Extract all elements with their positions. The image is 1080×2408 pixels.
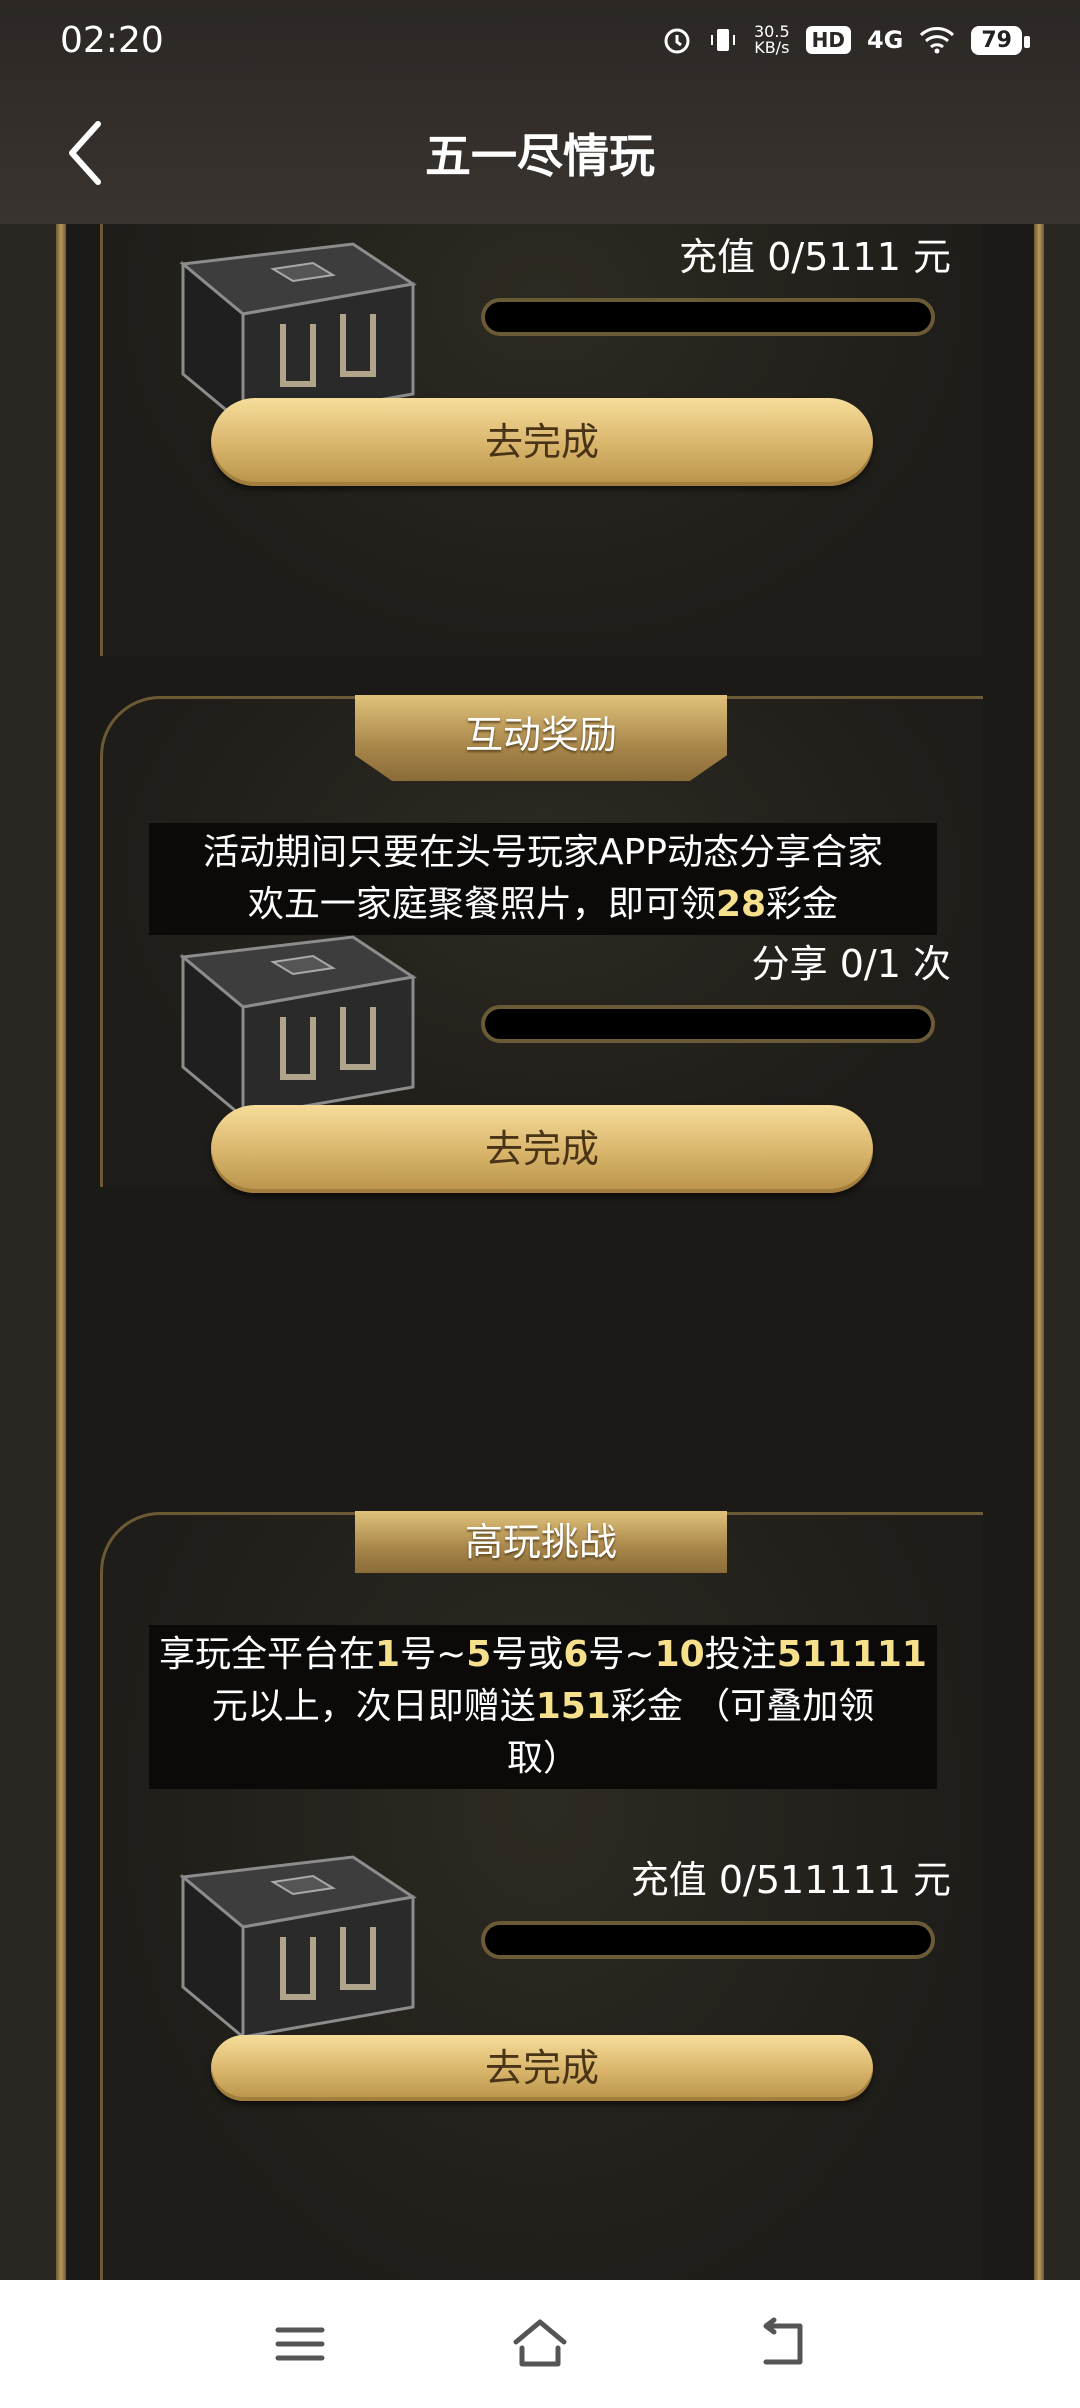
progress-bar [481, 1005, 935, 1043]
status-time: 02:20 [60, 20, 164, 61]
card-title: 互动奖励 [355, 695, 727, 781]
menu-icon[interactable] [270, 2314, 330, 2374]
network-label: 4G [866, 26, 904, 54]
desc-highlight: 511111 [776, 1634, 927, 1675]
vibrate-icon [711, 29, 735, 51]
desc-part: 号~ [588, 1634, 655, 1675]
chest-icon [179, 1855, 417, 2041]
status-icons: 30.5 KB/s HD 4G 79 [662, 24, 1030, 56]
desc-highlight: 6 [563, 1634, 589, 1675]
desc-part: 享玩全平台在 [159, 1634, 376, 1675]
back-nav-icon[interactable] [752, 2314, 812, 2374]
battery-icon: 79 [971, 25, 1030, 55]
system-nav-bar [0, 2280, 1080, 2408]
home-icon[interactable] [510, 2314, 570, 2374]
reward-amount: 28 [715, 884, 767, 925]
progress-bar [481, 298, 935, 336]
network-speed: 30.5 KB/s [754, 24, 790, 56]
progress-label: 分享 0/1 次 [751, 942, 951, 986]
desc-part: 号或 [491, 1634, 564, 1675]
progress-label: 充值 0/511111 元 [630, 1858, 951, 1902]
card-title: 高玩挑战 [355, 1511, 727, 1573]
progress-label: 充值 0/5111 元 [679, 235, 951, 279]
desc-highlight: 151 [535, 1686, 611, 1727]
desc-part: 彩金 （可叠加领 [610, 1686, 875, 1727]
speed-unit: KB/s [754, 38, 790, 57]
go-complete-button[interactable]: 去完成 [211, 2035, 873, 2101]
status-bar: 02:20 30.5 KB/s HD 4G 79 [0, 0, 1080, 80]
desc-part: 投注 [704, 1634, 777, 1675]
task-card-recharge: 充值 0/5111 元 去完成 [100, 224, 983, 656]
network-type: 4G [867, 26, 903, 54]
desc-part: 号~ [400, 1634, 467, 1675]
page-title: 五一尽情玩 [425, 129, 655, 183]
wifi-icon [920, 27, 955, 54]
chest-icon [179, 935, 417, 1121]
hd-icon: HD [805, 26, 851, 54]
desc-part: 元以上，次日即赠送 [211, 1686, 536, 1727]
desc-highlight: 5 [466, 1634, 492, 1675]
left-frame-rail [56, 224, 66, 2280]
desc-line-2b: 彩金 [766, 884, 839, 925]
desc-highlight: 1 [375, 1634, 401, 1675]
progress-bar [481, 1921, 935, 1959]
task-card-challenge: 高玩挑战 享玩全平台在1号~5号或6号~10投注511111 元以上，次日即赠送… [100, 1511, 983, 2280]
go-complete-button[interactable]: 去完成 [211, 1105, 873, 1193]
right-frame-rail [1034, 224, 1044, 2280]
desc-part: 取） [506, 1738, 579, 1779]
desc-line-1: 活动期间只要在头号玩家APP动态分享合家 [202, 832, 884, 873]
go-complete-button[interactable]: 去完成 [211, 398, 873, 486]
task-card-interaction: 互动奖励 活动期间只要在头号玩家APP动态分享合家 欢五一家庭聚餐照片，即可领2… [100, 695, 983, 1193]
task-description: 享玩全平台在1号~5号或6号~10投注511111 元以上，次日即赠送151彩金… [149, 1625, 937, 1789]
alarm-icon [664, 28, 690, 54]
content-area[interactable]: 充值 0/5111 元 去完成 互动奖励 活动期间只要在头号玩家APP动态分享合… [0, 224, 1080, 2280]
top-bar: 02:20 30.5 KB/s HD 4G 79 五一尽情玩 [0, 0, 1080, 224]
desc-highlight: 10 [654, 1634, 705, 1675]
